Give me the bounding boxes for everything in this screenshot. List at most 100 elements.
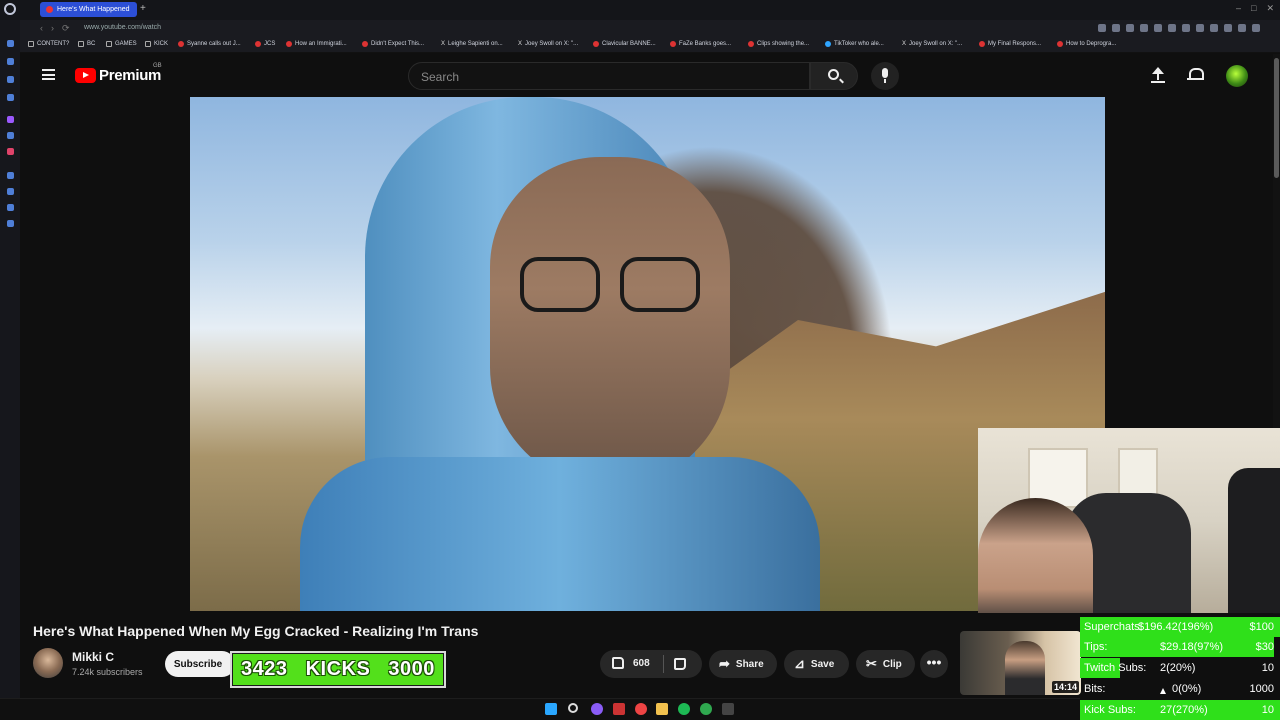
extension-icon[interactable] — [1182, 24, 1190, 32]
goal-target: 10 — [1261, 662, 1274, 674]
extension-icon[interactable] — [1196, 24, 1204, 32]
search-button[interactable] — [810, 62, 858, 90]
file-explorer-icon[interactable] — [656, 703, 668, 715]
messenger-icon[interactable] — [7, 132, 14, 139]
extension-icon[interactable] — [1238, 24, 1246, 32]
goal-label: Bits: — [1084, 683, 1106, 695]
search-input[interactable]: Search — [408, 62, 810, 90]
xbox-icon[interactable] — [700, 703, 712, 715]
youtube-favicon-icon — [1057, 41, 1063, 47]
bookmark-item[interactable]: Clavicular BANNE... — [593, 41, 656, 47]
goal-value: 0(0%) — [1172, 683, 1202, 695]
taskbar-search-icon[interactable] — [568, 703, 578, 713]
folder-icon — [145, 41, 151, 47]
extension-icon[interactable] — [1252, 24, 1260, 32]
stream-goals-overlay: Superchats: $196.42(196%) $100 Tips: $29… — [1080, 617, 1280, 720]
new-tab-icon[interactable]: + — [140, 3, 146, 14]
bookmark-item[interactable]: CONTENT? — [28, 41, 69, 47]
extension-icon[interactable] — [1224, 24, 1232, 32]
extension-icon[interactable] — [1126, 24, 1134, 32]
extension-icon[interactable] — [1140, 24, 1148, 32]
save-button[interactable]: ⊿ Save — [784, 650, 849, 678]
minimize-icon[interactable]: – — [1236, 3, 1241, 14]
thumbnail-person — [1005, 641, 1045, 695]
opera-logo-icon[interactable] — [4, 3, 16, 15]
share-button[interactable]: ➦ Share — [709, 650, 777, 678]
notifications-icon[interactable] — [1187, 67, 1204, 82]
sidebar-app-icon[interactable] — [7, 188, 14, 195]
account-avatar[interactable] — [1226, 65, 1248, 87]
bookmark-item[interactable]: How an Immigrati... — [286, 41, 347, 47]
bookmark-item[interactable]: X Joey Swoll on X: "... — [902, 41, 962, 47]
bookmark-item[interactable]: Clips showing the... — [748, 41, 809, 47]
opera-taskbar-icon[interactable] — [613, 703, 625, 715]
browser-tab-active[interactable]: Here's What Happened — [40, 2, 137, 17]
channel-avatar[interactable] — [33, 648, 63, 678]
extension-icon[interactable] — [1154, 24, 1162, 32]
opera-sidebar — [0, 20, 20, 700]
bookmark-item[interactable]: Syanne calls out J... — [178, 41, 241, 47]
logo-text: Premium — [99, 67, 162, 84]
channel-name[interactable]: Mikki C — [72, 650, 114, 664]
twitch-icon[interactable] — [7, 116, 14, 123]
extension-icon[interactable] — [1168, 24, 1176, 32]
sidebar-app-icon[interactable] — [7, 172, 14, 179]
sidebar-app-icon[interactable] — [7, 40, 14, 47]
sidebar-app-icon[interactable] — [7, 58, 14, 65]
more-actions-button[interactable]: ••• — [920, 650, 948, 678]
clip-button[interactable]: ✂ Clip — [856, 650, 915, 678]
bookmark-item[interactable]: KICK — [145, 41, 168, 47]
extension-icon[interactable] — [1112, 24, 1120, 32]
maximize-icon[interactable]: □ — [1251, 3, 1256, 14]
chrome-taskbar-icon[interactable] — [635, 703, 647, 715]
upload-icon[interactable] — [1151, 67, 1165, 83]
sidebar-app-icon[interactable] — [7, 204, 14, 211]
menu-icon[interactable] — [42, 69, 55, 80]
sidebar-app-icon[interactable] — [7, 76, 14, 83]
video-player[interactable] — [190, 97, 1105, 611]
youtube-header: Premium GB Search — [20, 54, 1274, 97]
bookmark-item[interactable]: My Final Respons... — [979, 41, 1041, 47]
extension-icon[interactable] — [1210, 24, 1218, 32]
subscribe-button[interactable]: Subscribe — [165, 651, 235, 677]
close-icon[interactable]: ✕ — [1266, 3, 1274, 14]
scrollbar-thumb[interactable] — [1274, 58, 1279, 178]
bookmark-item[interactable]: TikToker who ale... — [825, 41, 884, 47]
instagram-icon[interactable] — [7, 148, 14, 155]
goal-value: $196.42(196%) — [1138, 621, 1214, 633]
up-next-thumbnail[interactable]: 14:14 — [960, 631, 1081, 695]
youtube-favicon-icon — [593, 41, 599, 47]
taskbar-app-icon[interactable] — [591, 703, 603, 715]
bookmark-item[interactable]: Didn't Expect This... — [362, 41, 424, 47]
goal-target: $30 — [1255, 641, 1274, 653]
url-field[interactable]: www.youtube.com/watch — [84, 24, 161, 31]
bookmark-item[interactable]: X Joey Swoll on X: "... — [518, 41, 578, 47]
taskbar-app-icon[interactable] — [722, 703, 734, 715]
kicks-label: KICKS — [305, 658, 371, 680]
nav-arrows-icon[interactable]: ‹›⟳ — [40, 23, 78, 34]
settings-icon[interactable] — [7, 220, 14, 227]
like-count[interactable]: 608 — [633, 658, 650, 669]
browser-tabstrip: Here's What Happened + – □ ✕ — [0, 0, 1280, 20]
bookmark-item[interactable]: FaZe Banks goes... — [670, 41, 731, 47]
bits-icon — [1160, 688, 1166, 694]
dislike-icon[interactable] — [674, 658, 686, 670]
search-icon — [828, 69, 839, 80]
youtube-favicon-icon — [670, 41, 676, 47]
clip-label: Clip — [882, 658, 902, 670]
spotify-icon[interactable] — [678, 703, 690, 715]
bookmark-item[interactable]: How to Deprogra... — [1057, 41, 1116, 47]
bookmark-item[interactable]: X Leighe Sapienti on... — [441, 41, 503, 47]
like-icon[interactable] — [612, 657, 624, 669]
bookmark-item[interactable]: BC — [78, 41, 95, 47]
bookmark-item[interactable]: JCS — [255, 41, 275, 47]
youtube-premium-logo[interactable]: Premium GB — [75, 63, 162, 84]
youtube-favicon-icon — [255, 41, 261, 47]
windows-start-icon[interactable] — [545, 703, 557, 715]
youtube-favicon-icon — [979, 41, 985, 47]
extension-icon[interactable] — [1098, 24, 1106, 32]
sidebar-app-icon[interactable] — [7, 94, 14, 101]
goal-target: $100 — [1249, 621, 1274, 633]
voice-search-icon[interactable] — [871, 62, 899, 90]
bookmark-item[interactable]: GAMES — [106, 41, 137, 47]
